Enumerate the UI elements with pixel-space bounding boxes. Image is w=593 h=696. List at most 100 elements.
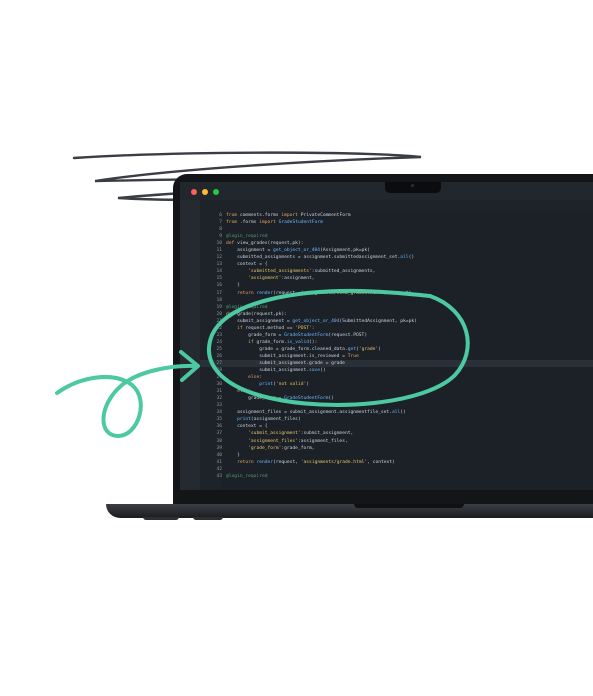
- editor-tab-bar: [200, 200, 593, 212]
- line-number: 17: [216, 290, 222, 296]
- line-number: 15: [216, 276, 222, 282]
- code-text: grade = grade_form.cleaned_data.get('gra…: [226, 346, 381, 352]
- window-titlebar: [180, 182, 593, 200]
- laptop-base: [106, 504, 593, 518]
- zoom-window-button[interactable]: [213, 189, 219, 195]
- code-text: 'submitted_assignments':submitted_assign…: [248, 269, 376, 275]
- code-text: }: [226, 283, 240, 289]
- code-text: from comments.forms import PrivateCommen…: [226, 213, 351, 218]
- line-number: 8: [219, 227, 222, 233]
- code-text: @login_required: [226, 234, 268, 240]
- code-line[interactable]: 20 def grade(request,pk):: [200, 311, 593, 318]
- code-line[interactable]: 22 if request.method == 'POST':: [200, 325, 593, 332]
- line-number: 18: [216, 297, 222, 303]
- code-line[interactable]: 23 grade_form = GradeStudentForm(request…: [200, 332, 593, 339]
- code-line[interactable]: 30 print('not valid'): [200, 381, 593, 388]
- code-line[interactable]: 18: [200, 297, 593, 304]
- line-number: 14: [216, 269, 222, 275]
- laptop-foot: [193, 517, 223, 520]
- code-line[interactable]: 41 return render(request, 'assignments/g…: [200, 459, 593, 466]
- code-line[interactable]: 21 submit_assignment = get_object_or_404…: [200, 318, 593, 325]
- code-editor-window: 6 from comments.forms import PrivateComme…: [180, 182, 593, 490]
- code-line[interactable]: 28 submit_assignment.save(): [200, 367, 593, 374]
- code-line[interactable]: 40 }: [200, 452, 593, 459]
- laptop-foot: [143, 517, 179, 520]
- line-number: 31: [216, 389, 222, 395]
- line-number: 43: [216, 473, 222, 479]
- code-line[interactable]: 9 @login_required: [200, 233, 593, 240]
- code-line[interactable]: 14 'submitted_assignments':submitted_ass…: [200, 268, 593, 275]
- code-text: }: [226, 452, 240, 458]
- line-number: 13: [216, 262, 222, 268]
- line-number: 26: [216, 353, 222, 359]
- line-number: 11: [216, 248, 222, 254]
- code-line[interactable]: 8: [200, 226, 593, 233]
- line-number: 33: [216, 403, 222, 409]
- code-line[interactable]: 34 assignment_files = submit_assignment.…: [200, 409, 593, 416]
- code-line[interactable]: 25 grade = grade_form.cleaned_data.get('…: [200, 346, 593, 353]
- code-line[interactable]: 24 if grade_form.is_valid():: [200, 339, 593, 346]
- line-number: 20: [216, 311, 222, 317]
- code-line[interactable]: 32 grade_form = GradeStudentForm(): [200, 395, 593, 402]
- line-number: 35: [216, 417, 222, 423]
- minimize-window-button[interactable]: [202, 189, 208, 195]
- line-number: 36: [216, 424, 222, 430]
- code-line[interactable]: 27 submit_assignment.grade = grade: [200, 359, 593, 368]
- code-text: else:: [248, 375, 262, 381]
- code-line[interactable]: 36 context = {: [200, 423, 593, 430]
- code-text: return render(request, 'assignments/grad…: [237, 459, 395, 465]
- line-number: 7: [219, 220, 222, 226]
- code-text: def grade(request,pk):: [226, 311, 287, 317]
- code-line[interactable]: 42: [200, 466, 593, 473]
- line-number: 22: [216, 325, 222, 331]
- code-text: submitted_assignments = assignment.submi…: [226, 255, 415, 261]
- activity-bar: [180, 200, 200, 490]
- code-text: else:: [237, 389, 251, 395]
- code-text: context = {: [226, 424, 268, 430]
- code-text: submit_assignment.is_reviewed = True: [226, 353, 359, 359]
- code-text: grade_form = GradeStudentForm(request.PO…: [226, 332, 368, 338]
- code-line[interactable]: 13 context = {: [200, 261, 593, 268]
- code-text: if grade_form.is_valid():: [248, 339, 318, 345]
- code-text: 'submit_assignment':submit_assignment,: [248, 431, 354, 437]
- code-line[interactable]: 43 @login_required: [200, 473, 593, 480]
- code-text: from .forms import GradeStudentForm: [226, 220, 323, 226]
- camera-notch: [385, 182, 441, 193]
- code-area[interactable]: 6 from comments.forms import PrivateComme…: [200, 212, 593, 480]
- code-line[interactable]: 10 def view_grades(request,pk):: [200, 240, 593, 247]
- code-line[interactable]: 39 'grade_form':grade_form,: [200, 445, 593, 452]
- line-number: 16: [216, 283, 222, 289]
- code-text: submit_assignment = get_object_or_404(Su…: [226, 318, 417, 324]
- code-line[interactable]: 11 assignment = get_object_or_404(Assign…: [200, 247, 593, 254]
- line-number: 10: [216, 241, 222, 247]
- line-number: 28: [216, 368, 222, 374]
- code-line[interactable]: 31 else:: [200, 388, 593, 395]
- line-number: 42: [216, 466, 222, 472]
- line-number: 40: [216, 452, 222, 458]
- code-line[interactable]: 15 'assignment':assignment,: [200, 275, 593, 282]
- code-line[interactable]: 26 submit_assignment.is_reviewed = True: [200, 353, 593, 360]
- line-number: 29: [216, 375, 222, 381]
- code-text: if request.method == 'POST':: [237, 325, 315, 331]
- code-line[interactable]: 37 'submit_assignment':submit_assignment…: [200, 430, 593, 437]
- line-number: 23: [216, 332, 222, 338]
- code-text: context = {: [226, 262, 268, 268]
- code-text: def view_grades(request,pk):: [226, 241, 304, 247]
- code-line[interactable]: 17 return render(request, 'assignments/v…: [200, 290, 593, 297]
- code-line[interactable]: 38 'assignment_files':assignment_files,: [200, 438, 593, 445]
- code-line[interactable]: 6 from comments.forms import PrivateComme…: [200, 212, 593, 219]
- line-number: 19: [216, 304, 222, 310]
- line-number: 41: [216, 459, 222, 465]
- code-text: print('not valid'): [259, 382, 310, 388]
- laptop-opening-groove: [354, 504, 464, 508]
- camera-icon: [411, 184, 414, 187]
- code-text: assignment = get_object_or_404(Assignmen…: [226, 248, 370, 254]
- close-window-button[interactable]: [191, 189, 197, 195]
- code-line[interactable]: 19 @login_required: [200, 304, 593, 311]
- code-line[interactable]: 16 }: [200, 282, 593, 289]
- code-line[interactable]: 35 print(assignment_files): [200, 416, 593, 423]
- code-line[interactable]: 33: [200, 402, 593, 409]
- code-line[interactable]: 29 else:: [200, 374, 593, 381]
- code-line[interactable]: 12 submitted_assignments = assignment.su…: [200, 254, 593, 261]
- code-line[interactable]: 7 from .forms import GradeStudentForm: [200, 219, 593, 226]
